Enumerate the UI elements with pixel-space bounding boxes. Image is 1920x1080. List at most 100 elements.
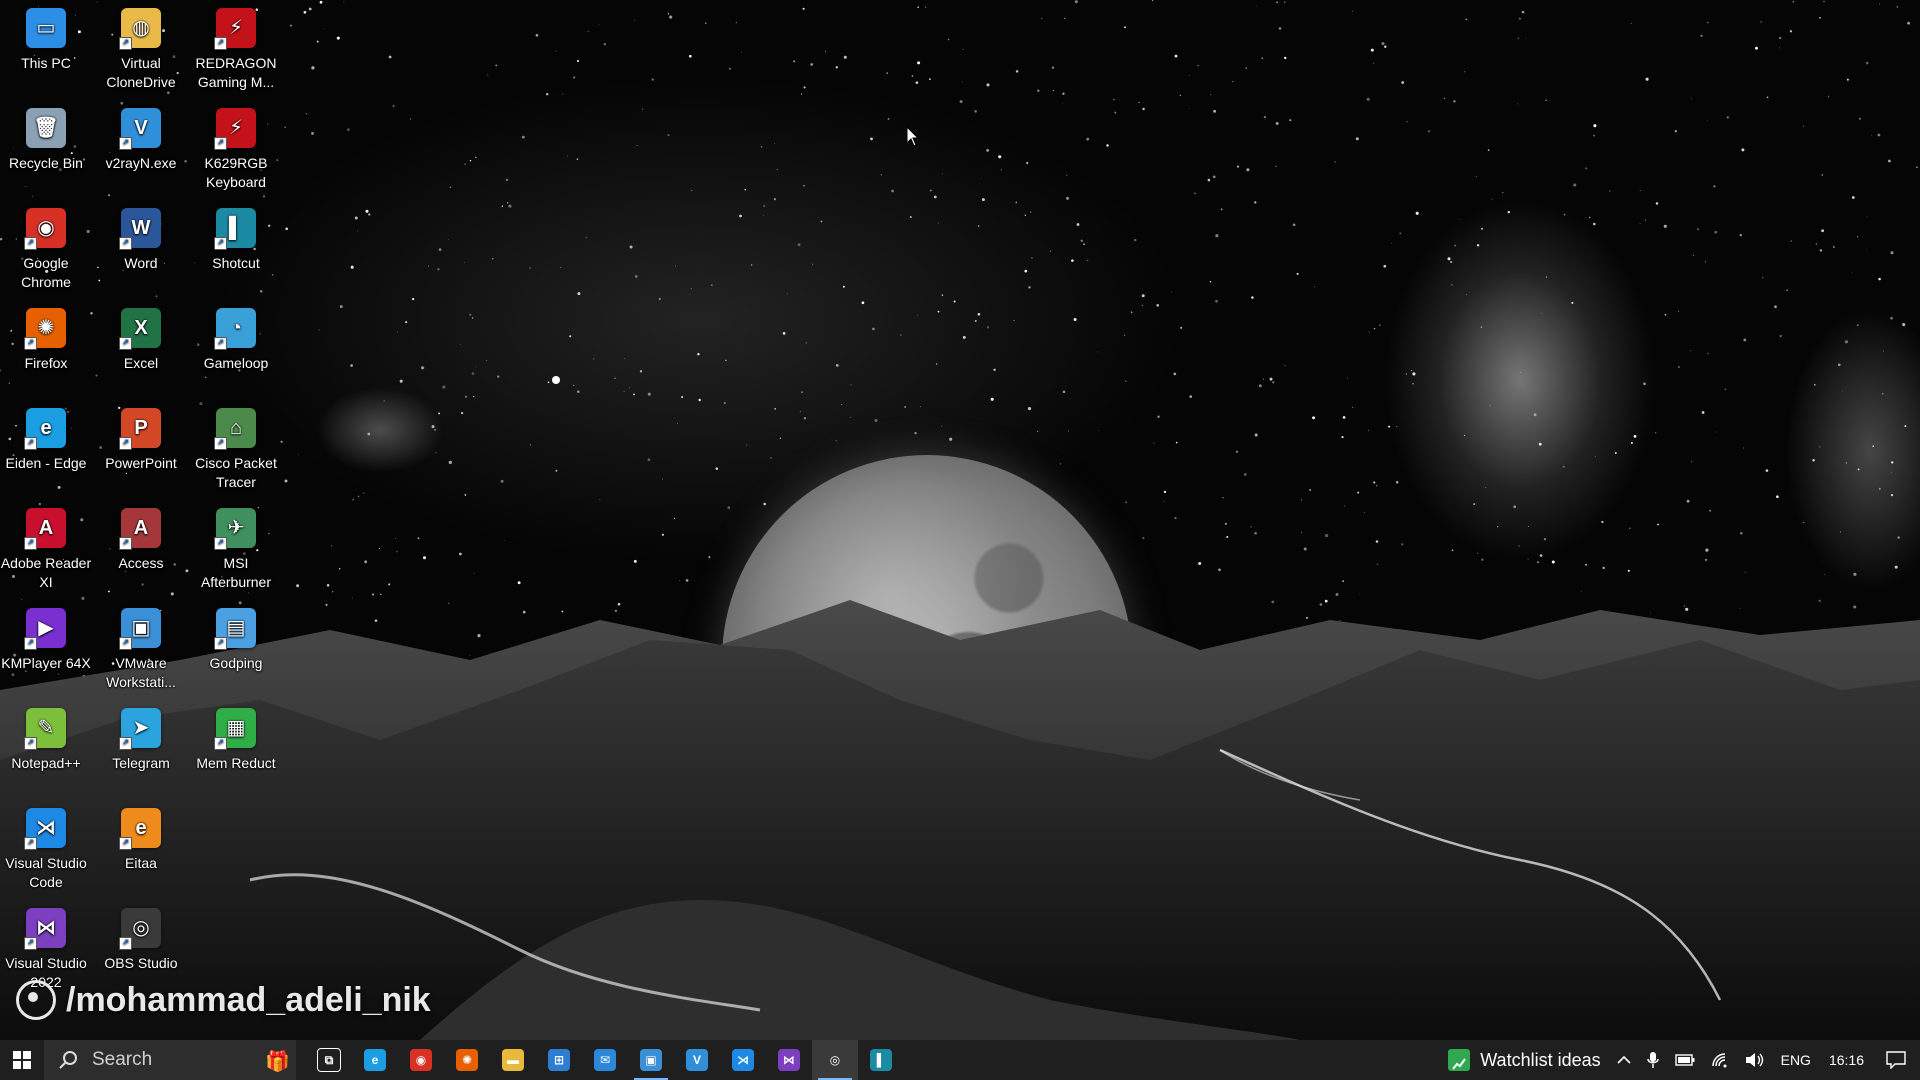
input-language-button[interactable]: ENG xyxy=(1773,1040,1819,1080)
desktop-icon-edge[interactable]: e ↗ Eiden - Edge xyxy=(0,408,92,473)
desktop-icon-godping[interactable]: ▤ ↗ Godping xyxy=(190,608,282,673)
notepad-plus-plus-icon: ✎ ↗ xyxy=(24,708,66,750)
taskbar-app-vscode[interactable]: ⋊ xyxy=(720,1040,766,1080)
shortcut-arrow-icon: ↗ xyxy=(119,637,132,650)
desktop-icon-packet-tracer[interactable]: ⌂ ↗ Cisco Packet Tracer xyxy=(190,408,282,492)
taskbar-clock[interactable]: 16:16 xyxy=(1819,1040,1880,1080)
microsoft-store-icon: ⊞ xyxy=(548,1049,570,1071)
desktop-icon-label: Recycle Bin xyxy=(9,155,83,171)
shortcut-arrow-icon: ↗ xyxy=(24,237,37,250)
taskbar-app-edge[interactable]: e xyxy=(352,1040,398,1080)
desktop-icon-vmware[interactable]: ▣ ↗ VMware Workstati... xyxy=(95,608,187,692)
access-icon: A ↗ xyxy=(119,508,161,550)
mouse-pointer-icon xyxy=(906,126,920,147)
battery-tray-button[interactable] xyxy=(1667,1040,1703,1080)
desktop-icon-vscode[interactable]: ⋊ ↗ Visual Studio Code xyxy=(0,808,92,892)
computer-icon: ▭ xyxy=(26,8,66,48)
taskbar-app-visual-studio[interactable]: ⋈ xyxy=(766,1040,812,1080)
system-tray: Watchlist ideas ENG 16:16 xyxy=(1440,1040,1920,1080)
network-tray-button[interactable] xyxy=(1703,1040,1737,1080)
desktop-icon-powerpoint[interactable]: P ↗ PowerPoint xyxy=(95,408,187,473)
desktop-icon-v2rayn[interactable]: V ↗ v2rayN.exe xyxy=(95,108,187,173)
shortcut-arrow-icon: ↗ xyxy=(119,737,132,750)
v2rayn-icon: V ↗ xyxy=(119,108,161,150)
shortcut-arrow-icon: ↗ xyxy=(214,737,227,750)
desktop-icon-access[interactable]: A ↗ Access xyxy=(95,508,187,573)
desktop-icon-adobe-reader[interactable]: A ↗ Adobe Reader XI xyxy=(0,508,92,592)
shortcut-arrow-icon: ↗ xyxy=(119,437,132,450)
packet-tracer-icon: ⌂ ↗ xyxy=(214,408,256,450)
shortcut-arrow-icon: ↗ xyxy=(24,637,37,650)
taskbar-app-mail[interactable]: ✉ xyxy=(582,1040,628,1080)
desktop-icon-msi-afterburner[interactable]: ✈ ↗ MSI Afterburner xyxy=(190,508,282,592)
widget-label: Watchlist ideas xyxy=(1480,1049,1601,1070)
desktop-icon-redragon-keyboard[interactable]: ⚡ ↗ K629RGB Keyboard xyxy=(190,108,282,192)
taskbar-app-shotcut[interactable]: ▌ xyxy=(858,1040,904,1080)
vscode-icon: ⋊ ↗ xyxy=(24,808,66,850)
desktop-icon-label: Firefox xyxy=(24,355,68,371)
taskbar-app-vmware[interactable]: ▣ xyxy=(628,1040,674,1080)
recycle-bin-icon: 🗑 xyxy=(26,108,66,148)
desktop-icon-label: This PC xyxy=(21,55,71,71)
taskbar-search-box[interactable]: Search 🎁 xyxy=(44,1040,296,1080)
watermark-text: /mohammad_adeli_nik xyxy=(66,980,431,1019)
volume-tray-button[interactable] xyxy=(1737,1040,1773,1080)
shortcut-arrow-icon: ↗ xyxy=(214,137,227,150)
taskbar-app-microsoft-store[interactable]: ⊞ xyxy=(536,1040,582,1080)
obs-studio-icon: ◎ ↗ xyxy=(119,908,161,950)
shortcut-arrow-icon: ↗ xyxy=(24,437,37,450)
desktop-icon-label: Access xyxy=(118,555,164,571)
shortcut-arrow-icon: ↗ xyxy=(214,637,227,650)
battery-icon xyxy=(1674,1054,1695,1066)
desktop-icon-label: PowerPoint xyxy=(105,455,177,471)
taskbar: Search 🎁 ⧉ e ◉ ✺ ▬ ⊞ ✉ ▣ V ⋊ ⋈ ◎ ▌ Watchlist ideas E… xyxy=(0,1040,1920,1080)
taskbar-app-file-explorer[interactable]: ▬ xyxy=(490,1040,536,1080)
mail-icon: ✉ xyxy=(594,1049,616,1071)
shortcut-arrow-icon: ↗ xyxy=(119,837,132,850)
shortcut-arrow-icon: ↗ xyxy=(119,37,132,50)
search-placeholder: Search xyxy=(92,1049,153,1070)
desktop-icon-shotcut[interactable]: ▌ ↗ Shotcut xyxy=(190,208,282,273)
desktop-icon-telegram[interactable]: ➤ ↗ Telegram xyxy=(95,708,187,773)
widgets-button[interactable]: Watchlist ideas xyxy=(1440,1040,1608,1080)
excel-icon: X ↗ xyxy=(119,308,161,350)
shortcut-arrow-icon: ↗ xyxy=(214,37,227,50)
v2rayn-icon: V xyxy=(686,1049,708,1071)
godping-icon: ▤ ↗ xyxy=(214,608,256,650)
notification-center-button[interactable] xyxy=(1880,1040,1920,1080)
shortcut-arrow-icon: ↗ xyxy=(24,337,37,350)
desktop-icon-obs-studio[interactable]: ◎ ↗ OBS Studio xyxy=(95,908,187,973)
vmware-icon: ▣ xyxy=(640,1049,662,1071)
desktop-icon-mem-reduct[interactable]: ▦ ↗ Mem Reduct xyxy=(190,708,282,773)
desktop-icon-notepad-plus-plus[interactable]: ✎ ↗ Notepad++ xyxy=(0,708,92,773)
desktop-icon-eitaa[interactable]: e ↗ Eitaa xyxy=(95,808,187,873)
taskbar-app-firefox[interactable]: ✺ xyxy=(444,1040,490,1080)
desktop-icon-firefox[interactable]: ✺ ↗ Firefox xyxy=(0,308,92,373)
shortcut-arrow-icon: ↗ xyxy=(24,837,37,850)
shortcut-arrow-icon: ↗ xyxy=(119,237,132,250)
taskbar-app-task-view[interactable]: ⧉ xyxy=(306,1040,352,1080)
desktop-icon-excel[interactable]: X ↗ Excel xyxy=(95,308,187,373)
desktop-icon-computer[interactable]: ▭ This PC xyxy=(0,8,92,73)
taskbar-app-chrome[interactable]: ◉ xyxy=(398,1040,444,1080)
desktop-icon-label: Google Chrome xyxy=(21,255,71,290)
wifi-icon xyxy=(1711,1053,1727,1068)
desktop-icon-chrome[interactable]: ◉ ↗ Google Chrome xyxy=(0,208,92,292)
desktop-icon-word[interactable]: W ↗ Word xyxy=(95,208,187,273)
desktop-icon-gameloop[interactable]: ◔ ↗ Gameloop xyxy=(190,308,282,373)
chrome-icon: ◉ xyxy=(410,1049,432,1071)
desktop-icon-clonedrive[interactable]: ◍ ↗ Virtual CloneDrive xyxy=(95,8,187,92)
telegram-icon: ➤ ↗ xyxy=(119,708,161,750)
show-hidden-icons-button[interactable] xyxy=(1609,1040,1639,1080)
start-button[interactable] xyxy=(0,1040,44,1080)
microphone-tray-button[interactable] xyxy=(1639,1040,1667,1080)
shortcut-arrow-icon: ↗ xyxy=(214,537,227,550)
taskbar-app-v2rayn[interactable]: V xyxy=(674,1040,720,1080)
desktop-icon-recycle-bin[interactable]: 🗑 Recycle Bin xyxy=(0,108,92,173)
desktop-icon-kmplayer[interactable]: ▶ ↗ KMPlayer 64X xyxy=(0,608,92,673)
taskbar-app-obs-studio[interactable]: ◎ xyxy=(812,1040,858,1080)
shortcut-arrow-icon: ↗ xyxy=(119,137,132,150)
desktop[interactable]: ▭ This PC 🗑 Recycle Bin ◉ ↗ Google Chrome ✺ ↗ Fir… xyxy=(0,0,1920,1040)
obs-watermark-icon xyxy=(16,980,56,1020)
desktop-icon-redragon[interactable]: ⚡ ↗ REDRAGON Gaming M... xyxy=(190,8,282,92)
